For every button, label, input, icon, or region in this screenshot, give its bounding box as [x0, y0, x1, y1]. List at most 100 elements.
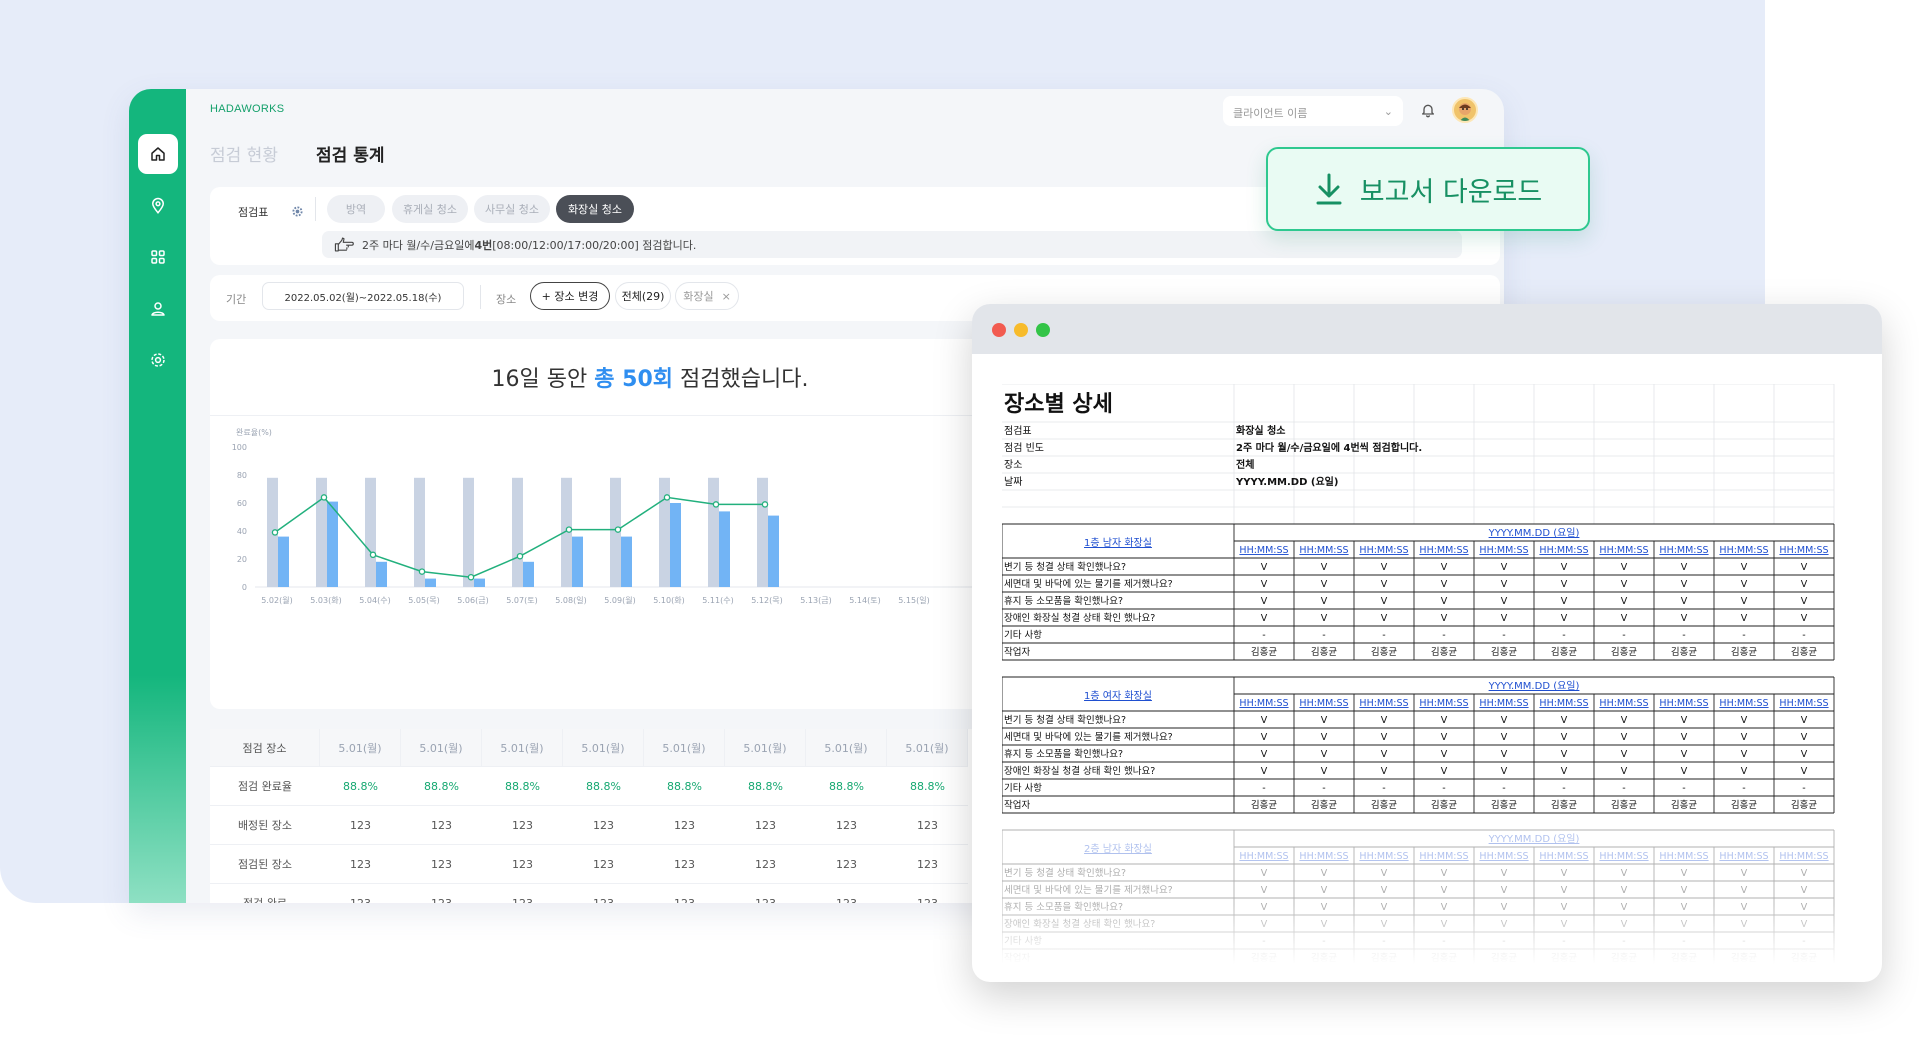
notice-text-pre: 2주 마다 월/수/금요일에	[362, 238, 475, 252]
report-meta-key: 장소	[1004, 459, 1022, 471]
report-place-name: 1층 여자 화장실	[1084, 690, 1152, 702]
report-item-label: 세면대 및 바닥에 있는 물기를 제거했나요?	[1004, 884, 1173, 896]
report-cell: -	[1502, 630, 1505, 641]
gear-icon	[151, 353, 165, 367]
settings-small-icon[interactable]	[292, 206, 303, 217]
report-cell: V	[1501, 596, 1508, 607]
chip-restroom-cleaning[interactable]: 화장실 청소	[556, 195, 634, 223]
table-header-cell: 5.01(월)	[401, 729, 482, 767]
maximize-window-button[interactable]	[1036, 323, 1050, 337]
report-cell: V	[1681, 579, 1688, 590]
report-cell: V	[1801, 868, 1808, 879]
sidebar-item-apps[interactable]	[138, 237, 178, 277]
table-cell: 123	[401, 806, 482, 845]
client-select[interactable]: 클라이언트 이름 ⌄	[1223, 96, 1403, 126]
x-tick-label: 5.04(수)	[359, 596, 390, 605]
report-cell: V	[1621, 749, 1628, 760]
minimize-window-button[interactable]	[1014, 323, 1028, 337]
report-time-header: HH:MM:SS	[1359, 851, 1408, 862]
user-icon	[151, 302, 165, 316]
brand-logo: HADAWORKS	[210, 103, 285, 115]
table-header-cell: 5.01(월)	[644, 729, 725, 767]
report-cell: -	[1742, 630, 1745, 641]
report-cell: V	[1381, 579, 1388, 590]
chip-lounge-cleaning[interactable]: 휴게실 청소	[392, 195, 468, 223]
sidebar-item-location[interactable]	[138, 186, 178, 226]
report-item-label: 변기 등 청결 상태 확인했나요?	[1004, 867, 1126, 879]
x-tick-label: 5.09(월)	[604, 595, 635, 605]
bell-icon[interactable]	[1420, 101, 1436, 119]
report-cell: V	[1441, 562, 1448, 573]
bar-total	[463, 477, 474, 587]
avatar[interactable]	[1452, 97, 1478, 123]
report-time-header: HH:MM:SS	[1299, 698, 1348, 709]
report-cell: V	[1681, 766, 1688, 777]
download-label: 보고서 다운로드	[1359, 176, 1543, 208]
sidebar-item-home[interactable]	[138, 134, 178, 174]
table-cell: 88.8%	[644, 767, 725, 806]
report-time-header: HH:MM:SS	[1539, 851, 1588, 862]
report-download-button[interactable]: 보고서 다운로드	[1266, 147, 1590, 231]
report-cell: V	[1561, 732, 1568, 743]
close-window-button[interactable]	[992, 323, 1006, 337]
tab-inspection-status[interactable]: 점검 현황	[210, 141, 278, 166]
report-time-header: HH:MM:SS	[1779, 545, 1828, 556]
report-meta-value: 화장실 청소	[1236, 424, 1285, 437]
report-cell: V	[1621, 613, 1628, 624]
sidebar-item-user[interactable]	[138, 289, 178, 329]
report-cell: V	[1261, 715, 1268, 726]
report-cell: 김홍균	[1791, 799, 1817, 811]
report-cell: V	[1681, 732, 1688, 743]
date-range-input[interactable]: 2022.05.02(월)~2022.05.18(수)	[262, 282, 464, 310]
window-titlebar	[972, 304, 1882, 354]
rate-point	[663, 494, 671, 501]
table-cell: 123	[644, 845, 725, 884]
client-select-value: 클라이언트 이름	[1233, 107, 1308, 120]
table-cell: 123	[563, 884, 644, 904]
table-cell: 123	[320, 806, 401, 845]
report-cell: V	[1501, 715, 1508, 726]
x-tick-label: 5.10(화)	[653, 596, 684, 605]
change-place-button[interactable]: + 장소 변경	[530, 282, 610, 310]
table-header-cell: 5.01(월)	[806, 729, 887, 767]
table-header-cell: 5.01(월)	[563, 729, 644, 767]
table-header-cell: 5.01(월)	[320, 729, 401, 767]
table-cell: 123	[401, 884, 482, 904]
sidebar-item-settings[interactable]	[138, 340, 178, 380]
report-cell: V	[1801, 613, 1808, 624]
rate-point	[271, 529, 279, 536]
table-cell: 123	[401, 845, 482, 884]
report-time-header: HH:MM:SS	[1539, 698, 1588, 709]
report-cell: V	[1261, 868, 1268, 879]
report-date-header: YYYY.MM.DD (요일)	[1488, 833, 1580, 845]
report-cell: V	[1441, 596, 1448, 607]
download-icon	[1316, 173, 1342, 205]
tab-inspection-stats[interactable]: 점검 통계	[316, 141, 384, 166]
x-tick-label: 5.02(월)	[261, 595, 292, 605]
place-tag-label: 화장실	[683, 290, 714, 303]
report-item-label: 변기 등 청결 상태 확인했나요?	[1004, 714, 1126, 726]
x-tick-label: 5.06(금)	[457, 596, 488, 605]
report-cell: V	[1441, 732, 1448, 743]
report-time-header: HH:MM:SS	[1599, 545, 1648, 556]
chart-card: 16일 동안 총 50회 점검했습니다. 완료율(%) 0 20 40 60 80 100 5…	[210, 339, 1090, 709]
report-preview-window: 장소별 상세 점검표 화장실 청소 점검 빈도 2주 마다 월/수/금요일에 4번씩 점…	[972, 304, 1882, 982]
table-row-label: 점검된 장소	[210, 845, 320, 884]
summary-headline: 16일 동안 총 50회 점검했습니다.	[210, 361, 1090, 393]
report-item-label: 작업자	[1004, 646, 1030, 658]
report-cell: V	[1501, 766, 1508, 777]
report-cell: V	[1321, 562, 1328, 573]
x-tick-label: 5.07(토)	[506, 596, 537, 605]
close-icon[interactable]: ×	[722, 290, 731, 303]
home-icon	[151, 147, 165, 161]
report-cell: V	[1441, 868, 1448, 879]
rate-point	[761, 501, 769, 508]
all-places-button[interactable]: 전체(29)	[615, 282, 671, 310]
report-time-header: HH:MM:SS	[1479, 545, 1528, 556]
table-cell: 123	[482, 884, 563, 904]
table-cell: 123	[806, 806, 887, 845]
report-cell: -	[1322, 630, 1325, 641]
chip-disinfection[interactable]: 방역	[327, 195, 385, 223]
chip-office-cleaning[interactable]: 사무실 청소	[474, 195, 550, 223]
report-meta-value: 전체	[1236, 458, 1254, 471]
